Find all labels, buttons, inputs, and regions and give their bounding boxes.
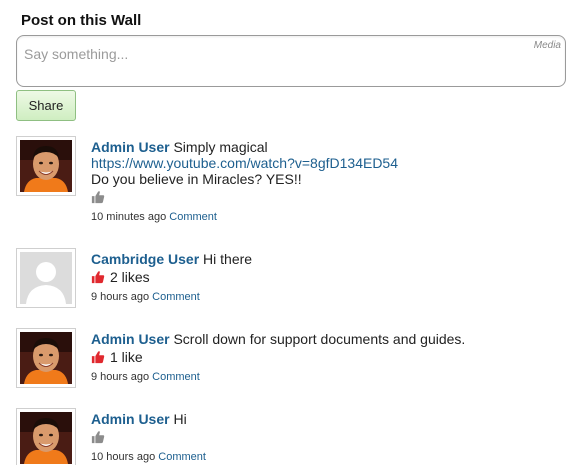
- avatar[interactable]: [16, 136, 76, 196]
- admin-photo-icon: [20, 412, 72, 464]
- like-thumb-icon[interactable]: [91, 190, 105, 204]
- post-author-link[interactable]: Admin User: [91, 411, 170, 427]
- like-thumb-icon[interactable]: [91, 350, 105, 364]
- post-author-link[interactable]: Cambridge User: [91, 251, 199, 267]
- post-text: Hi: [169, 411, 187, 427]
- post-timestamp: 10 minutes ago: [91, 211, 167, 223]
- comment-link[interactable]: Comment: [152, 291, 200, 303]
- like-thumb-icon[interactable]: [91, 430, 105, 444]
- wall-post: Admin User Hi 10 hours ago Comment: [16, 408, 571, 465]
- post-text: Hi there: [199, 251, 253, 267]
- comment-link[interactable]: Comment: [169, 211, 217, 223]
- admin-photo-icon: [20, 332, 72, 384]
- post-timestamp: 10 hours ago: [91, 451, 156, 463]
- post-url-link[interactable]: https://www.youtube.com/watch?v=8gfD134E…: [91, 155, 398, 171]
- media-link[interactable]: Media: [534, 40, 561, 51]
- avatar[interactable]: [16, 248, 76, 308]
- likes-count: 1 like: [110, 349, 143, 365]
- post-text: Scroll down for support documents and gu…: [169, 331, 466, 347]
- avatar[interactable]: [16, 408, 76, 465]
- comment-link[interactable]: Comment: [152, 371, 200, 383]
- default-user-icon: [20, 252, 72, 304]
- comment-link[interactable]: Comment: [158, 451, 206, 463]
- wall-post: Admin User Simply magical https://www.yo…: [16, 136, 571, 223]
- post-text: Simply magical: [169, 139, 268, 155]
- post-text-line-2: Do you believe in Miracles? YES!!: [91, 171, 302, 187]
- admin-photo-icon: [20, 140, 72, 192]
- likes-count: 2 likes: [110, 269, 150, 285]
- wall-title: Post on this Wall: [21, 12, 142, 29]
- avatar[interactable]: [16, 328, 76, 388]
- post-composer[interactable]: Media: [16, 35, 566, 87]
- share-button[interactable]: Share: [16, 90, 76, 121]
- post-timestamp: 9 hours ago: [91, 371, 150, 383]
- wall-post: Cambridge User Hi there 2 likes 9 hours …: [16, 248, 571, 318]
- wall-post: Admin User Scroll down for support docum…: [16, 328, 571, 398]
- like-thumb-icon[interactable]: [91, 270, 105, 284]
- post-author-link[interactable]: Admin User: [91, 139, 170, 155]
- post-timestamp: 9 hours ago: [91, 291, 150, 303]
- post-author-link[interactable]: Admin User: [91, 331, 170, 347]
- post-input[interactable]: [24, 44, 524, 64]
